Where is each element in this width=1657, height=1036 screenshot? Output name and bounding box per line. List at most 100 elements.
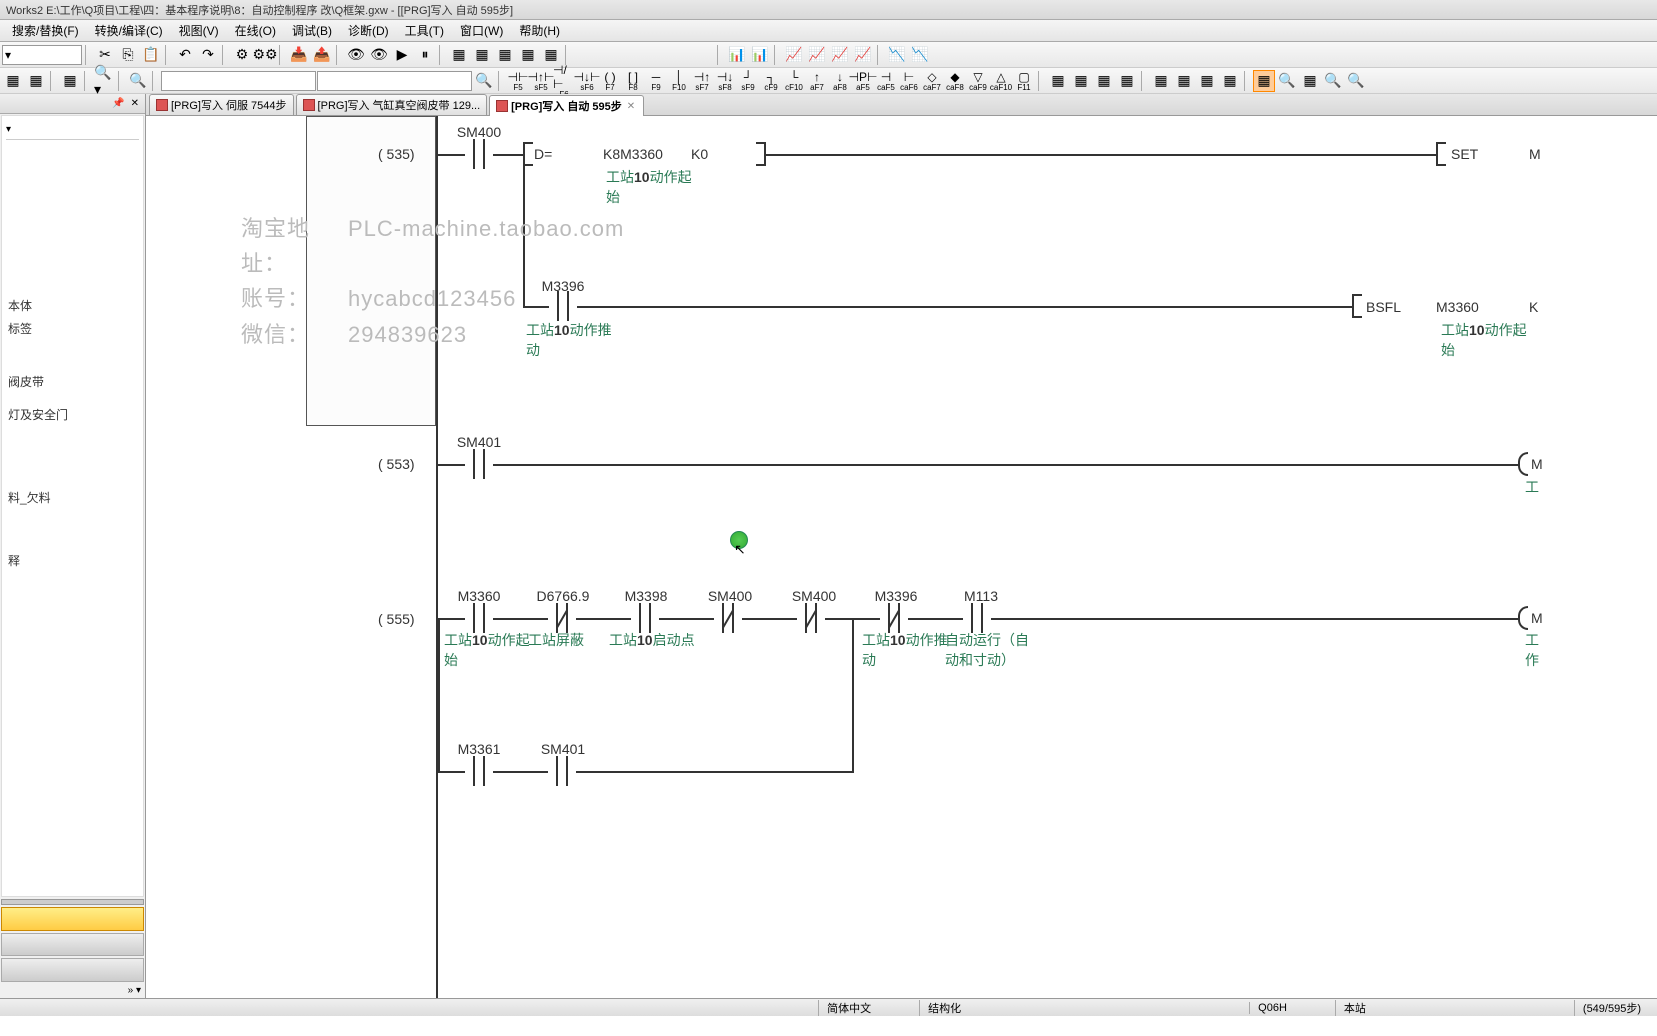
fkey-caf8[interactable]: ◆caF8 [944, 70, 966, 92]
fkey-sf7[interactable]: ⊣↑sF7 [691, 70, 713, 92]
contact-sm401[interactable] [465, 449, 493, 479]
tree-expand-icon[interactable]: ▾ [6, 124, 11, 135]
tool-p4-icon[interactable]: 🔍 [1322, 70, 1344, 92]
fkey-caf10[interactable]: △caF10 [990, 70, 1012, 92]
fkey-af5[interactable]: ⊣P⊢aF5 [852, 70, 874, 92]
fkey-caf7[interactable]: ◇caF7 [921, 70, 943, 92]
menu-search[interactable]: 搜索/替换(F) [4, 20, 87, 41]
nav-more-icon[interactable]: » ▾ [0, 983, 145, 998]
menu-window[interactable]: 窗口(W) [452, 20, 511, 41]
tab-3[interactable]: [PRG]写入 自动 595步 ✕ [489, 95, 644, 116]
win-d-icon[interactable]: 🔍▾ [93, 70, 115, 92]
fkey-cf10[interactable]: └cF10 [783, 70, 805, 92]
tool-m2-icon[interactable]: ▦ [1070, 70, 1092, 92]
redo-icon[interactable]: ↷ [197, 44, 219, 66]
read-icon[interactable]: 📤 [311, 44, 333, 66]
chart-a-icon[interactable]: 📊 [726, 44, 748, 66]
fkey-f10[interactable]: │F10 [668, 70, 690, 92]
fkey-f5[interactable]: ⊣⊢F5 [507, 70, 529, 92]
contact-sm400c[interactable] [797, 603, 825, 633]
ladder-editor[interactable]: 淘宝地址：PLC-machine.taobao.com 账号：hycabcd12… [146, 116, 1657, 998]
menu-online[interactable]: 在线(O) [227, 20, 284, 41]
chart-f-icon[interactable]: 📈 [852, 44, 874, 66]
contact-m3360[interactable] [465, 603, 493, 633]
fkey-f11[interactable]: ▢F11 [1013, 70, 1035, 92]
tool-n3-icon[interactable]: ▦ [1196, 70, 1218, 92]
contact-m113[interactable] [963, 603, 991, 633]
contact-m3396b[interactable] [880, 603, 908, 633]
copy-icon[interactable]: ⎘ [117, 44, 139, 66]
find-icon[interactable]: 🔍 [127, 70, 149, 92]
pin-icon[interactable]: 📌 [109, 98, 127, 109]
tool-m3-icon[interactable]: ▦ [1093, 70, 1115, 92]
nav-item-4[interactable]: 灯及安全门 [6, 403, 139, 426]
menu-debug[interactable]: 调试(B) [284, 20, 340, 41]
tool-p1-icon[interactable]: ▦ [1253, 70, 1275, 92]
chart-b-icon[interactable]: 📊 [749, 44, 771, 66]
tab-2[interactable]: [PRG]写入 气缸真空阀皮带 129... [296, 94, 488, 115]
nav-tab-2[interactable] [1, 958, 144, 982]
tool-c-icon[interactable]: ▦ [494, 44, 516, 66]
contact-sm400[interactable] [465, 139, 493, 169]
contact-sm401b[interactable] [548, 756, 576, 786]
fkey-sf5[interactable]: ⊣↑⊢sF5 [530, 70, 552, 92]
fkey-caf5[interactable]: ⊣caF5 [875, 70, 897, 92]
tool-m1-icon[interactable]: ▦ [1047, 70, 1069, 92]
combo-3[interactable] [317, 71, 472, 91]
fkey-cf9[interactable]: ┐cF9 [760, 70, 782, 92]
undo-icon[interactable]: ↶ [174, 44, 196, 66]
fkey-sf9[interactable]: ┘sF9 [737, 70, 759, 92]
go-icon[interactable]: 🔍 [473, 70, 495, 92]
win-a-icon[interactable]: ▦ [2, 70, 24, 92]
fkey-sf8[interactable]: ⊣↓sF8 [714, 70, 736, 92]
nav-item-5[interactable]: 料_欠料 [6, 486, 139, 509]
menu-help[interactable]: 帮助(H) [511, 20, 568, 41]
tool-p2-icon[interactable]: 🔍 [1276, 70, 1298, 92]
fkey-caf9[interactable]: ▽caF9 [967, 70, 989, 92]
win-b-icon[interactable]: ▦ [25, 70, 47, 92]
monitor2-icon[interactable]: 👁 [368, 44, 390, 66]
menu-view[interactable]: 视图(V) [171, 20, 227, 41]
contact-d6766[interactable] [548, 603, 576, 633]
tool-a-icon[interactable]: ▦ [448, 44, 470, 66]
tool-p5-icon[interactable]: 🔍 [1345, 70, 1367, 92]
nav-tab-active[interactable] [1, 907, 144, 931]
tool-d-icon[interactable]: ▦ [517, 44, 539, 66]
tool-b-icon[interactable]: ▦ [471, 44, 493, 66]
nav-item-3[interactable]: 阀皮带 [6, 370, 139, 393]
nav-tab-1[interactable] [1, 933, 144, 957]
fkey-caf6[interactable]: ⊢caF6 [898, 70, 920, 92]
nav-item-2[interactable]: 标签 [6, 317, 139, 340]
monitor-icon[interactable]: 👁 [345, 44, 367, 66]
combo-1[interactable]: ▾ [2, 45, 82, 65]
chart-d-icon[interactable]: 📈 [806, 44, 828, 66]
tool-m4-icon[interactable]: ▦ [1116, 70, 1138, 92]
monitor3-icon[interactable]: ▶ [391, 44, 413, 66]
tab-close-icon[interactable]: ✕ [625, 101, 637, 112]
fkey-f9[interactable]: ─F9 [645, 70, 667, 92]
tool-n1-icon[interactable]: ▦ [1150, 70, 1172, 92]
fkey-af7[interactable]: ↑aF7 [806, 70, 828, 92]
tab-1[interactable]: [PRG]写入 伺服 7544步 [149, 94, 294, 115]
menu-tool[interactable]: 工具(T) [397, 20, 452, 41]
fkey-sf6[interactable]: ⊣↓⊢sF6 [576, 70, 598, 92]
chart-g-icon[interactable]: 📉 [886, 44, 908, 66]
nav-item-1[interactable]: 本体 [6, 294, 139, 317]
nav-tree[interactable]: ▾ 本体 标签 阀皮带 灯及安全门 料_欠料 释 [1, 115, 144, 897]
win-c-icon[interactable]: ▦ [59, 70, 81, 92]
chart-h-icon[interactable]: 📉 [909, 44, 931, 66]
tool-n4-icon[interactable]: ▦ [1219, 70, 1241, 92]
paste-icon[interactable]: 📋 [140, 44, 162, 66]
build-all-icon[interactable]: ⚙⚙ [254, 44, 276, 66]
close-icon[interactable]: ✕ [128, 98, 142, 109]
combo-2[interactable] [161, 71, 316, 91]
menu-convert[interactable]: 转换/编译(C) [87, 20, 171, 41]
fkey-f8[interactable]: [ ]F8 [622, 70, 644, 92]
chart-c-icon[interactable]: 📈 [783, 44, 805, 66]
nav-item-6[interactable]: 释 [6, 549, 139, 572]
contact-m3396[interactable] [549, 291, 577, 321]
build-icon[interactable]: ⚙ [231, 44, 253, 66]
contact-m3398[interactable] [631, 603, 659, 633]
menu-diag[interactable]: 诊断(D) [340, 20, 397, 41]
tool-p3-icon[interactable]: ▦ [1299, 70, 1321, 92]
